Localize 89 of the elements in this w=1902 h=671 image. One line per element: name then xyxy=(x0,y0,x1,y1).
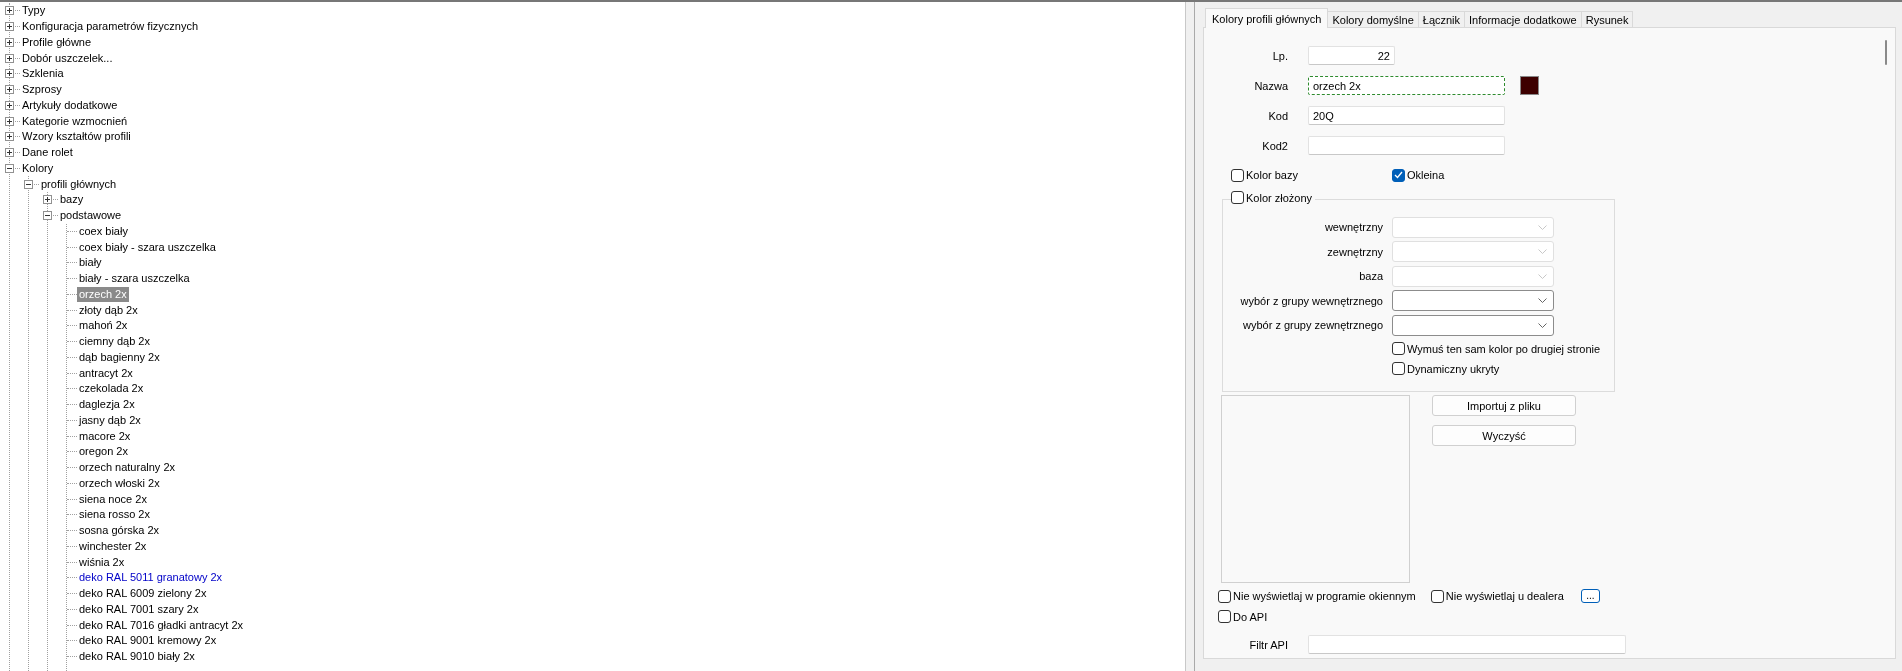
checkbox[interactable]: Dynamiczny ukryty xyxy=(1392,362,1614,375)
tree-item[interactable]: deko RAL 5011 granatowy 2x xyxy=(77,570,225,586)
tree-item[interactable]: orzech naturalny 2x xyxy=(77,460,177,476)
tree-item[interactable]: Typy xyxy=(20,3,48,19)
tree-item[interactable]: deko RAL 7016 gładki antracyt 2x xyxy=(77,617,246,633)
tree-item[interactable]: daglezja 2x xyxy=(77,397,137,413)
field-label: zewnętrzny xyxy=(1326,245,1383,258)
expand-icon[interactable] xyxy=(5,37,14,47)
scrollbar-thumb[interactable] xyxy=(1885,40,1887,65)
tree-item[interactable]: deko RAL 6009 zielony 2x xyxy=(77,586,209,602)
input-field[interactable]: 22 xyxy=(1308,46,1395,65)
checkmark-icon xyxy=(1394,171,1403,179)
expand-icon[interactable] xyxy=(5,22,14,32)
checkbox[interactable]: Okleina xyxy=(1392,168,1445,182)
tree-item[interactable]: winchester 2x xyxy=(77,538,149,554)
tree-item[interactable]: oregon 2x xyxy=(77,444,130,460)
expand-icon[interactable] xyxy=(5,69,14,79)
field-label: Filtr API xyxy=(1248,638,1288,651)
tree-item[interactable]: biały - szara uszczelka xyxy=(77,271,192,287)
tree-item[interactable]: dąb bagienny 2x xyxy=(77,349,162,365)
tree-item[interactable]: deko RAL 7001 szary 2x xyxy=(77,601,201,617)
tree-item[interactable]: macore 2x xyxy=(77,428,133,444)
tree-item[interactable]: Szklenia xyxy=(20,66,66,82)
tree-item[interactable]: deko RAL 9001 kremowy 2x xyxy=(77,633,219,649)
tree-item[interactable]: coex biały xyxy=(77,223,130,239)
tree-item[interactable]: orzech włoski 2x xyxy=(77,475,162,491)
tree-item[interactable]: Dobór uszczelek... xyxy=(20,50,115,66)
tree-item[interactable]: bazy xyxy=(58,192,86,208)
expand-icon[interactable] xyxy=(5,148,14,158)
collapse-icon[interactable] xyxy=(5,163,14,173)
tree-item[interactable]: Kategorie wzmocnień xyxy=(20,113,130,129)
tree-item[interactable]: czekolada 2x xyxy=(77,381,146,397)
tree-item[interactable]: coex biały - szara uszczelka xyxy=(77,239,218,255)
color-swatch[interactable] xyxy=(1520,76,1539,95)
collapse-icon[interactable] xyxy=(24,179,33,189)
tree-item[interactable]: Kolory xyxy=(20,160,56,176)
tree-item[interactable]: siena noce 2x xyxy=(77,491,149,507)
field-label: Lp. xyxy=(1271,49,1288,62)
expand-icon[interactable] xyxy=(5,116,14,126)
tree-item[interactable]: Konfiguracja parametrów fizycznych xyxy=(20,19,201,35)
tree-item[interactable]: profili głównych xyxy=(39,176,119,192)
tab[interactable]: Kolory profili głównych xyxy=(1205,8,1329,28)
expand-icon[interactable] xyxy=(5,132,14,142)
checkbox[interactable]: Do API xyxy=(1218,610,1268,623)
tree-item[interactable]: złoty dąb 2x xyxy=(77,302,140,318)
checkbox[interactable]: Kolor złożony xyxy=(1231,191,1316,204)
field-label: wybór z grupy zewnętrznego xyxy=(1242,319,1383,331)
more-button[interactable]: ... xyxy=(1580,589,1600,603)
tree-item[interactable]: wiśnia 2x xyxy=(77,554,127,570)
checkbox[interactable]: Nie wyświetlaj u dealera xyxy=(1430,589,1564,603)
tree-item[interactable]: Profile główne xyxy=(20,34,94,50)
tree-item[interactable]: Wzory kształtów profili xyxy=(20,129,133,145)
tree-item[interactable]: sosna górska 2x xyxy=(77,523,162,539)
input-field[interactable]: orzech 2x xyxy=(1308,76,1505,95)
checkbox[interactable]: Kolor bazy xyxy=(1231,168,1298,182)
expand-icon[interactable] xyxy=(5,100,14,110)
expand-icon[interactable] xyxy=(43,195,52,205)
input-field[interactable] xyxy=(1308,136,1505,155)
tree-item[interactable]: Dane rolet xyxy=(20,145,75,161)
tree-item[interactable]: ciemny dąb 2x xyxy=(77,334,152,350)
field-label: wybór z grupy wewnętrznego xyxy=(1239,294,1383,307)
field-label: baza xyxy=(1358,270,1383,282)
field-label: wewnętrzny xyxy=(1323,221,1383,233)
tree-item[interactable]: biały xyxy=(77,255,104,271)
tree-item[interactable]: antracyt 2x xyxy=(77,365,135,381)
collapse-icon[interactable] xyxy=(43,211,52,221)
input-field[interactable] xyxy=(1308,635,1626,654)
checkbox[interactable]: Nie wyświetlaj w programie okiennym xyxy=(1218,589,1416,603)
field-label: Kod xyxy=(1267,109,1288,122)
tree-item[interactable]: deko RAL 9010 biały 2x xyxy=(77,649,197,665)
field-label: Kod2 xyxy=(1261,139,1288,152)
expand-icon[interactable] xyxy=(5,6,14,16)
button[interactable]: Wyczyść xyxy=(1432,425,1576,446)
button[interactable]: Importuj z pliku xyxy=(1432,395,1576,416)
tree-item[interactable]: Artykuły dodatkowe xyxy=(20,97,120,113)
field-label: Nazwa xyxy=(1253,79,1288,92)
tree-item[interactable]: jasny dąb 2x xyxy=(77,412,143,428)
dropdown[interactable] xyxy=(1392,314,1554,336)
expand-icon[interactable] xyxy=(5,85,14,95)
expand-icon[interactable] xyxy=(5,53,14,63)
tree-item[interactable]: Szprosy xyxy=(20,82,64,98)
tree-item[interactable]: podstawowe xyxy=(58,208,124,224)
dropdown[interactable] xyxy=(1392,290,1554,311)
chevron-down-icon[interactable] xyxy=(1538,298,1547,303)
tree-item[interactable]: mahoń 2x xyxy=(77,318,130,334)
checkbox[interactable]: Wymuś ten sam kolor po drugiej stronie xyxy=(1392,342,1614,355)
chevron-down-icon[interactable] xyxy=(1538,322,1547,328)
tree-item[interactable]: siena rosso 2x xyxy=(77,507,152,523)
input-field[interactable]: 20Q xyxy=(1308,106,1505,125)
